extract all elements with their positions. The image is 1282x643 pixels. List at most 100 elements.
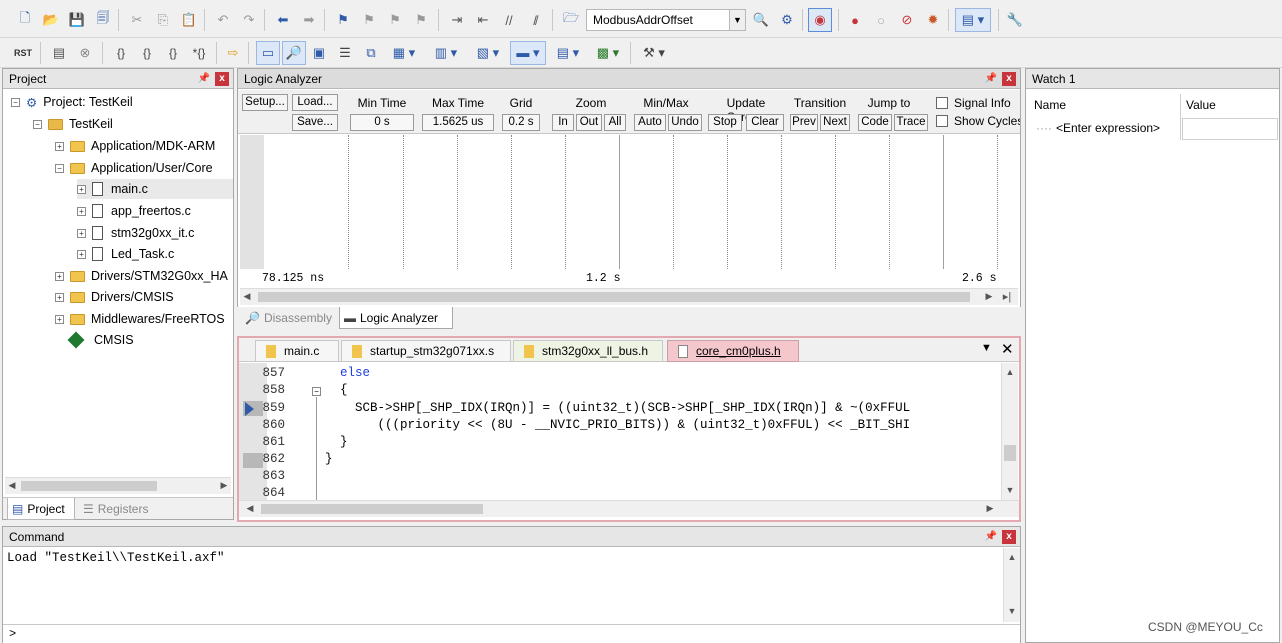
collapse-icon[interactable]: − — [33, 119, 42, 129]
toolbox-icon[interactable]: ⚒ ▾ — [636, 42, 672, 64]
expand-icon[interactable]: + — [77, 249, 86, 259]
tab-logic-analyzer[interactable]: ▬ Logic Analyzer — [339, 307, 453, 329]
expand-icon[interactable]: + — [77, 184, 86, 194]
pin-icon[interactable]: 📌 — [197, 72, 211, 86]
transition-next-button[interactable]: Next — [820, 114, 850, 131]
close-editor-icon[interactable]: ✕ — [1001, 340, 1014, 358]
next-bookmark-icon[interactable]: ⚑ — [384, 9, 406, 31]
watch-value-cell[interactable] — [1182, 118, 1278, 140]
expand-icon[interactable]: + — [55, 314, 64, 324]
run-icon[interactable]: ▤ — [48, 42, 70, 64]
jump-trace-button[interactable]: Trace — [894, 114, 928, 131]
show-next-statement-icon[interactable]: ⇨ — [222, 42, 244, 64]
nav-forward-icon[interactable]: ➡ — [298, 9, 320, 31]
scroll-left-icon[interactable]: ◀ — [240, 291, 254, 302]
memory-window-icon[interactable]: ▥ ▾ — [428, 42, 464, 64]
checkbox-icon[interactable] — [936, 97, 948, 109]
scroll-right-icon[interactable]: ▶ — [982, 291, 996, 302]
tree-item-group[interactable]: + Drivers/STM32G0xx_HA — [55, 266, 228, 286]
tree-item-group[interactable]: + Drivers/CMSIS — [55, 287, 174, 307]
debug-session-icon[interactable]: ◉ — [808, 8, 832, 32]
tree-item-component[interactable]: CMSIS — [67, 330, 134, 350]
scroll-right-icon[interactable]: ▶ — [217, 480, 231, 491]
registers-window-icon[interactable]: ☰ — [334, 42, 356, 64]
configure-flash-icon[interactable]: ⚙ — [776, 9, 798, 31]
collapse-icon[interactable]: − — [55, 163, 64, 173]
indent-icon[interactable]: ⇥ — [446, 9, 468, 31]
minmax-undo-button[interactable]: Undo — [668, 114, 702, 131]
editor-hscrollbar[interactable]: ◀ ▶ — [239, 500, 1019, 517]
open-icon[interactable]: 📂 — [40, 9, 62, 31]
watch-window-icon[interactable]: ▦ ▾ — [386, 42, 422, 64]
update-stop-button[interactable]: Stop — [708, 114, 742, 131]
scroll-down-icon[interactable]: ▼ — [1003, 485, 1017, 495]
tree-item-target[interactable]: − TestKeil — [33, 114, 113, 134]
stop-icon[interactable]: ⊗ — [74, 42, 96, 64]
new-file-icon[interactable]: 🗋 — [14, 9, 36, 31]
minmax-auto-button[interactable]: Auto — [634, 114, 666, 131]
tab-disassembly[interactable]: 🔎 Disassembly — [241, 307, 339, 329]
find-in-files-icon[interactable]: 🗁 — [560, 9, 582, 31]
serial-window-icon[interactable]: ▧ ▾ — [470, 42, 506, 64]
zoom-in-button[interactable]: In — [552, 114, 574, 131]
expand-icon[interactable]: + — [55, 292, 64, 302]
command-vscrollbar[interactable]: ▲ ▼ — [1003, 548, 1020, 622]
call-stack-icon[interactable]: ⧉ — [360, 42, 382, 64]
comment-icon[interactable]: // — [498, 9, 520, 31]
disable-breakpoint-icon[interactable]: ○ — [870, 9, 892, 31]
configure-icon[interactable]: 🔧 — [1004, 9, 1026, 31]
scroll-thumb[interactable] — [1004, 445, 1016, 461]
tree-item-group[interactable]: + Application/MDK-ARM — [55, 136, 215, 156]
tree-item-file[interactable]: + main.c — [77, 179, 233, 199]
watch-enter-expression-row[interactable]: ···· <Enter expression> — [1036, 118, 1176, 138]
reset-icon[interactable]: RST — [12, 42, 34, 64]
zoom-out-button[interactable]: Out — [576, 114, 602, 131]
copy-icon[interactable]: ⎘ — [152, 9, 174, 31]
jump-code-button[interactable]: Code — [858, 114, 892, 131]
symbols-window-icon[interactable]: ▣ — [308, 42, 330, 64]
chevron-down-icon[interactable]: ▼ — [729, 10, 745, 30]
scroll-thumb[interactable] — [258, 292, 970, 302]
editor-tab[interactable]: startup_stm32g071xx.s — [341, 340, 511, 362]
step-out-icon[interactable]: {} — [162, 42, 184, 64]
expand-icon[interactable]: + — [77, 206, 86, 216]
enter-expression-text[interactable]: <Enter expression> — [1056, 121, 1160, 135]
show-cycles-checkbox[interactable]: Show Cycles — [936, 114, 1020, 128]
editor-vscrollbar[interactable]: ▲ ▼ — [1001, 363, 1018, 500]
close-icon[interactable]: x — [1002, 530, 1016, 544]
window-layout-icon[interactable]: ▤ ▾ — [955, 8, 991, 32]
close-icon[interactable]: x — [1002, 72, 1016, 86]
project-hscrollbar[interactable]: ◀ ▶ — [5, 477, 231, 494]
expand-icon[interactable]: + — [77, 228, 86, 238]
expand-icon[interactable]: + — [55, 141, 64, 151]
trace-window-icon[interactable]: ▤ ▾ — [550, 42, 586, 64]
pin-icon[interactable]: 📌 — [984, 72, 998, 86]
close-icon[interactable]: x — [215, 72, 229, 86]
nav-back-icon[interactable]: ⬅ — [272, 9, 294, 31]
disassembly-window-icon[interactable]: 🔎 — [282, 41, 306, 65]
load-button[interactable]: Load... — [292, 94, 338, 111]
expand-icon[interactable]: + — [55, 271, 64, 281]
signal-info-checkbox[interactable]: Signal Info — [936, 96, 1011, 110]
save-la-button[interactable]: Save... — [292, 114, 338, 131]
tab-project[interactable]: ▤ Project — [7, 498, 75, 520]
editor-tab-active[interactable]: core_cm0plus.h — [667, 340, 799, 362]
tree-item-group[interactable]: − Application/User/Core — [55, 158, 213, 178]
scroll-thumb[interactable] — [21, 481, 157, 491]
uncomment-icon[interactable]: /̸ — [524, 9, 546, 31]
update-clear-button[interactable]: Clear — [746, 114, 784, 131]
editor-tab[interactable]: main.c — [255, 340, 339, 362]
tab-list-dropdown-icon[interactable]: ▼ — [981, 342, 992, 354]
scroll-up-icon[interactable]: ▲ — [1005, 552, 1019, 562]
run-to-cursor-icon[interactable]: *{} — [188, 42, 210, 64]
save-icon[interactable]: 💾 — [66, 9, 88, 31]
fold-collapse-icon[interactable]: − — [312, 387, 321, 396]
bookmark-icon[interactable]: ⚑ — [332, 9, 354, 31]
target-combo[interactable]: ModbusAddrOffset ▼ — [586, 9, 746, 31]
step-into-icon[interactable]: {} — [110, 42, 132, 64]
analysis-window-icon[interactable]: ▬ ▾ — [510, 41, 546, 65]
editor-tab[interactable]: stm32g0xx_ll_bus.h — [513, 340, 663, 362]
command-window-icon[interactable]: ▭ — [256, 41, 280, 65]
scroll-right-icon[interactable]: ▶ — [983, 503, 997, 514]
scroll-down-icon[interactable]: ▼ — [1005, 606, 1019, 616]
